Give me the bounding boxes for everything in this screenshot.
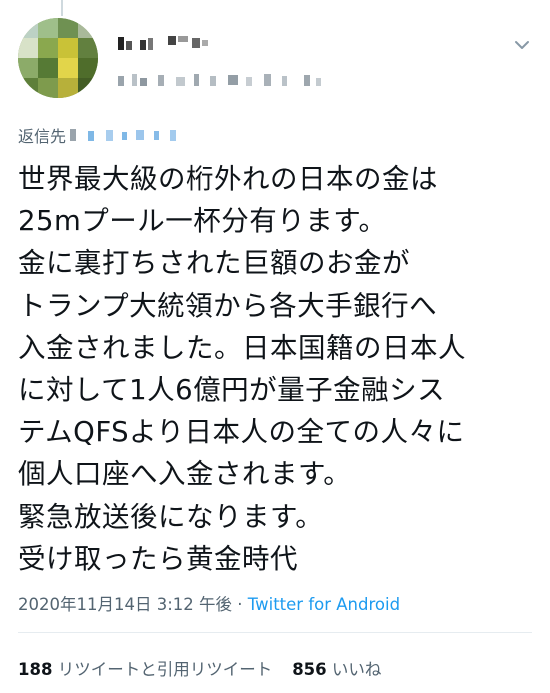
tweet-text-line: トランプ大統領から各大手銀行へ xyxy=(18,289,438,322)
tweet-meta: 2020年11月14日 3:12 午後 · Twitter for Androi… xyxy=(18,591,400,615)
thread-connector xyxy=(61,0,63,16)
tweet-text-line: 25mプール一杯分有ります。 xyxy=(18,205,387,238)
tweet-text-line: 個人口座へ入金されます。 xyxy=(18,458,352,491)
avatar[interactable] xyxy=(18,18,98,98)
likes-stat[interactable]: 856 いいね xyxy=(292,660,381,679)
likes-count: 856 xyxy=(292,660,327,679)
meta-separator: · xyxy=(237,595,243,614)
tweet-text-line: 金に裏打ちされた巨額のお金が xyxy=(18,247,410,280)
tweet-detail: 返信先 世界最大級の桁外れの日本の金は 25mプール一杯分有ります。 金に裏打ち… xyxy=(0,0,550,693)
chevron-down-icon[interactable] xyxy=(514,36,530,49)
source-link[interactable]: Twitter for Android xyxy=(248,595,400,614)
reply-to-handle[interactable] xyxy=(70,128,190,142)
tweet-text-line: テムQFSより日本人の全ての人々に xyxy=(18,416,465,449)
retweets-count: 188 xyxy=(18,660,53,679)
divider xyxy=(18,632,532,633)
likes-label: いいね xyxy=(331,660,382,679)
tweet-text-line: 世界最大級の桁外れの日本の金は xyxy=(18,163,438,195)
timestamp[interactable]: 2020年11月14日 3:12 午後 xyxy=(18,595,232,614)
reply-to: 返信先 xyxy=(18,124,190,146)
retweets-stat[interactable]: 188 リツイートと引用リツイート xyxy=(18,660,272,679)
tweet-stats: 188 リツイートと引用リツイート 856 いいね xyxy=(18,656,381,680)
tweet-text: 世界最大級の桁外れの日本の金は 25mプール一杯分有ります。 金に裏打ちされた巨… xyxy=(18,158,538,580)
tweet-text-line: 緊急放送後になります。 xyxy=(18,500,324,533)
tweet-text-line: に対して1人6億円が量子金融シス xyxy=(18,374,446,407)
retweets-label: リツイートと引用リツイート xyxy=(57,660,273,679)
tweet-text-line: 受け取ったら黄金時代 xyxy=(18,542,298,575)
tweet-header xyxy=(18,18,532,98)
tweet-text-line: 入金されました。日本国籍の日本人 xyxy=(18,331,466,364)
reply-to-label: 返信先 xyxy=(18,127,67,146)
